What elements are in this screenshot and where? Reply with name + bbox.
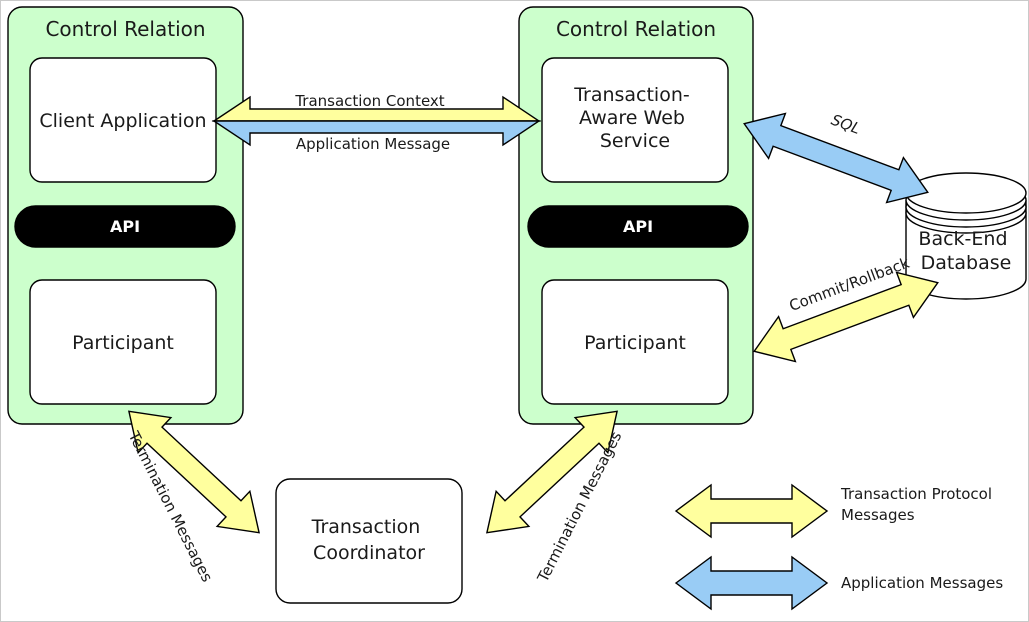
application-message-label: Application Message <box>296 135 450 153</box>
legend-tp-line-1: Transaction Protocol <box>840 485 992 503</box>
connection-sql[interactable]: SQL <box>736 101 936 215</box>
node-client-application-label: Client Application <box>39 110 206 132</box>
db-line-2: Database <box>921 252 1012 274</box>
panel-right-title: Control Relation <box>556 17 716 41</box>
node-transaction-coordinator[interactable]: Transaction Coordinator <box>275 478 463 604</box>
connection-application-message[interactable]: Application Message <box>211 120 542 153</box>
panel-left-title: Control Relation <box>45 17 205 41</box>
sql-label: SQL <box>829 111 863 138</box>
legend-item-application[interactable]: Application Messages <box>674 555 1003 611</box>
api-right-label: API <box>623 217 653 236</box>
node-participant-left-label: Participant <box>72 332 174 354</box>
diagram-svg: Control Relation Client Application API … <box>7 6 1027 611</box>
legend-item-transaction-protocol[interactable]: Transaction Protocol Messages <box>674 483 997 539</box>
legend-transaction-protocol-label: Transaction Protocol Messages <box>840 485 997 524</box>
tws-line-3: Service <box>600 130 670 152</box>
legend-application-arrow <box>674 555 829 611</box>
legend-transaction-protocol-arrow <box>674 483 829 539</box>
node-transaction-coordinator-box <box>275 478 463 604</box>
connection-transaction-context[interactable]: Transaction Context <box>211 92 542 122</box>
db-line-1: Back-End <box>918 228 1007 250</box>
tc-line-2: Coordinator <box>313 542 425 564</box>
panel-right-control-relation: Control Relation Transaction- Aware Web … <box>518 6 754 425</box>
legend-tp-line-2: Messages <box>841 506 915 524</box>
panel-left-control-relation: Control Relation Client Application API … <box>7 6 244 425</box>
tws-line-2: Aware Web <box>579 107 685 129</box>
api-left-label: API <box>110 217 140 236</box>
legend: Transaction Protocol Messages Applicatio… <box>674 483 1003 611</box>
tc-line-1: Transaction <box>311 516 421 538</box>
legend-application-label: Application Messages <box>841 574 1003 592</box>
node-participant-right-label: Participant <box>584 332 686 354</box>
tws-line-1: Transaction- <box>573 84 690 106</box>
transaction-context-label: Transaction Context <box>294 92 444 110</box>
diagram-canvas: Control Relation Client Application API … <box>0 0 1029 622</box>
